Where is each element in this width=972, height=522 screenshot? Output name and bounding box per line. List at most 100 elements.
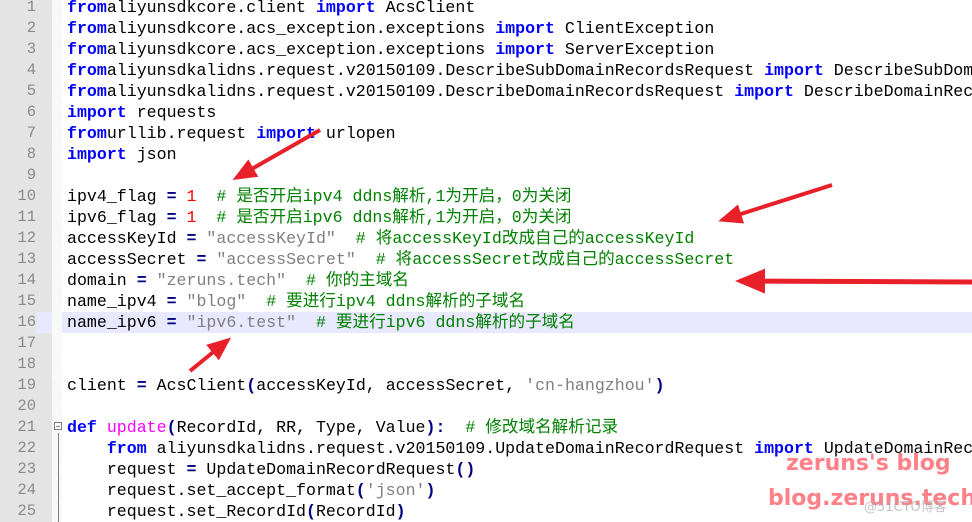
- code-token: name_ipv4: [67, 292, 167, 311]
- code-token: (: [166, 418, 177, 437]
- code-text: name_ipv4 = "blog" # 要进行ipv4 ddns解析的子域名: [67, 291, 525, 312]
- code-token: # 要进行ipv4 ddns解析的子域名: [246, 292, 526, 311]
- line-number: 14: [17, 271, 36, 289]
- code-line[interactable]: 5 fromaliyunsdkalidns.request.v20150109.D…: [0, 81, 972, 102]
- code-token: ): [425, 418, 436, 437]
- code-text: name_ipv6 = "ipv6.test" # 要进行ipv6 ddns解析…: [67, 312, 575, 333]
- code-text: import json: [67, 144, 177, 165]
- line-number: 6: [26, 103, 36, 121]
- code-text: request = UpdateDomainRecordRequest(): [67, 459, 475, 480]
- code-token: import: [256, 124, 316, 143]
- code-token: # 要进行ipv6 ddns解析的子域名: [296, 313, 575, 332]
- code-line[interactable]: 16 name_ipv6 = "ipv6.test" # 要进行ipv6 ddns…: [0, 312, 972, 333]
- code-token: =: [186, 460, 197, 479]
- code-line[interactable]: 1 fromaliyunsdkcore.client import AcsClie…: [0, 0, 972, 18]
- code-token: =: [166, 313, 177, 332]
- code-token: =: [136, 376, 147, 395]
- code-line[interactable]: 7 fromurllib.request import urlopen: [0, 123, 972, 144]
- code-token: AcsClient: [375, 0, 476, 17]
- line-number: 10: [17, 187, 36, 205]
- code-token: =: [186, 229, 197, 248]
- code-token: =: [136, 271, 147, 290]
- code-token: aliyunsdkcore.acs_exception.exceptions: [106, 19, 496, 38]
- code-token: import: [67, 103, 127, 122]
- line-number: 12: [17, 229, 36, 247]
- code-line[interactable]: 6 import requests: [0, 102, 972, 123]
- line-number: 2: [26, 19, 36, 37]
- watermark-platform: @51CTO博客: [864, 500, 947, 515]
- code-line[interactable]: 14 domain = "zeruns.tech" # 你的主域名: [0, 270, 972, 291]
- code-text: client = AcsClient(accessKeyId, accessSe…: [67, 375, 665, 396]
- code-token: def: [67, 418, 97, 437]
- code-token: import: [315, 0, 376, 17]
- code-token: import: [734, 82, 794, 101]
- code-token: name_ipv6: [67, 313, 167, 332]
- fold-guide-line: [58, 433, 59, 522]
- code-token: RecordId: [315, 502, 396, 521]
- code-token: :: [435, 418, 446, 437]
- code-token: accessSecret: [67, 250, 197, 269]
- code-line[interactable]: 21 def update(RecordId, RR, Type, Value):…: [0, 417, 972, 438]
- fold-collapse-icon[interactable]: [54, 422, 62, 430]
- code-text: ipv6_flag = 1 # 是否开启ipv6 ddns解析,1为开启，0为关…: [67, 207, 572, 228]
- line-number: 22: [17, 439, 36, 457]
- code-line[interactable]: 2 fromaliyunsdkcore.acs_exception.excepti…: [0, 18, 972, 39]
- code-token: "accessSecret": [206, 250, 356, 269]
- code-token: 1: [176, 208, 197, 227]
- code-text: request.set_RecordId(RecordId): [67, 501, 406, 522]
- code-line[interactable]: 3 fromaliyunsdkcore.acs_exception.excepti…: [0, 39, 972, 60]
- code-token: from: [67, 19, 107, 38]
- line-number: 5: [26, 82, 36, 100]
- code-token: import: [495, 19, 555, 38]
- code-token: ServerException: [554, 40, 715, 59]
- code-token: "accessKeyId": [196, 229, 336, 248]
- code-text: request.set_accept_format('json'): [67, 480, 436, 501]
- code-token: DescribeSubDomainRecordsRequest: [833, 61, 972, 80]
- line-number: 25: [17, 502, 36, 520]
- code-line[interactable]: 13 accessSecret = "accessSecret" # 将acces…: [0, 249, 972, 270]
- code-token: import: [764, 61, 824, 80]
- code-line[interactable]: 19 client = AcsClient(accessKeyId, access…: [0, 375, 972, 396]
- code-line[interactable]: 17: [0, 333, 972, 354]
- code-text: fromurllib.request import urlopen: [67, 123, 396, 144]
- watermark-blog-title: zeruns's blog: [786, 451, 951, 476]
- code-token: ): [425, 481, 436, 500]
- line-number: 9: [26, 166, 36, 184]
- code-token: aliyunsdkcore.acs_exception.exceptions: [106, 40, 496, 59]
- code-text: accessSecret = "accessSecret" # 将accessS…: [67, 249, 734, 270]
- code-token: (: [246, 376, 257, 395]
- code-editor[interactable]: 1 fromaliyunsdkcore.client import AcsClie…: [0, 0, 972, 522]
- line-number: 7: [26, 124, 36, 142]
- line-number: 23: [17, 460, 36, 478]
- code-token: from: [67, 61, 107, 80]
- code-token: import: [67, 145, 127, 164]
- code-line[interactable]: 11 ipv6_flag = 1 # 是否开启ipv6 ddns解析,1为开启，0…: [0, 207, 972, 228]
- code-token: request.set_accept_format: [67, 481, 356, 500]
- code-line[interactable]: 15 name_ipv4 = "blog" # 要进行ipv4 ddns解析的子域…: [0, 291, 972, 312]
- code-line[interactable]: 8 import json: [0, 144, 972, 165]
- code-token: ): [395, 502, 406, 521]
- fold-margin-segment: [52, 312, 62, 333]
- line-number: 17: [17, 334, 36, 352]
- code-line[interactable]: 4 fromaliyunsdkalidns.request.v20150109.D…: [0, 60, 972, 81]
- code-line[interactable]: 20: [0, 396, 972, 417]
- line-number: 15: [17, 292, 36, 310]
- code-token: (: [355, 481, 366, 500]
- code-token: AcsClient: [146, 376, 247, 395]
- code-line[interactable]: 10 ipv4_flag = 1 # 是否开启ipv4 ddns解析,1为开启，0…: [0, 186, 972, 207]
- code-token: domain: [67, 271, 137, 290]
- line-number: 1: [26, 0, 36, 16]
- code-token: 'json': [365, 481, 426, 500]
- code-token: 'cn-hangzhou': [525, 376, 655, 395]
- code-token: UpdateDomainRecordRequest: [196, 460, 456, 479]
- code-line[interactable]: 12 accessKeyId = "accessKeyId" # 将accessK…: [0, 228, 972, 249]
- code-token: accessKeyId, accessSecret,: [256, 376, 526, 395]
- code-token: # 是否开启ipv6 ddns解析,1为开启，0为关闭: [196, 208, 572, 227]
- code-token: =: [166, 292, 177, 311]
- code-token: DescribeDomainRecordsRequest: [803, 82, 972, 101]
- code-line[interactable]: 18: [0, 354, 972, 375]
- code-token: # 将accessKeyId改成自己的accessKeyId: [335, 229, 695, 248]
- code-line[interactable]: 9: [0, 165, 972, 186]
- code-token: request: [67, 460, 187, 479]
- code-token: aliyunsdkalidns.request.v20150109.Descri…: [106, 82, 735, 101]
